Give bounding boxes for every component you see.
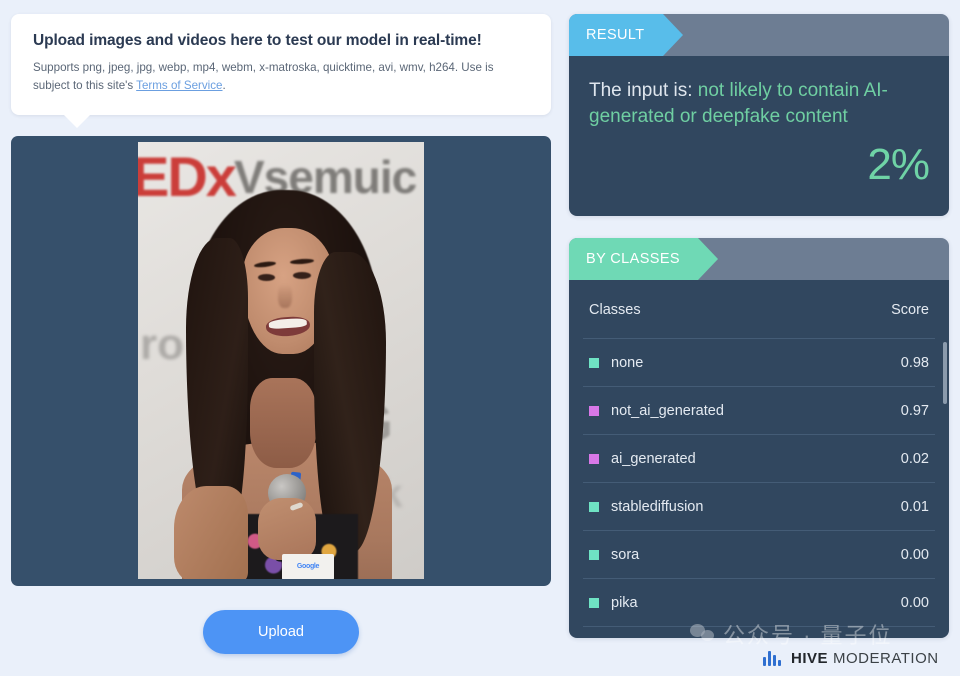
class-label: stablediffusion <box>611 499 704 516</box>
class-color-swatch <box>589 549 599 560</box>
class-label: not_ai_generated <box>611 403 724 420</box>
class-label-cell: not_ai_generated <box>583 386 846 436</box>
photo-badge-text: Google <box>296 563 320 571</box>
upload-info-title: Upload images and videos here to test ou… <box>33 32 482 49</box>
result-panel-header: RESULT <box>569 14 949 56</box>
photo-backdrop-text-tedx: EDx <box>138 144 237 208</box>
upload-info-card: Upload images and videos here to test ou… <box>11 14 551 128</box>
classes-scrollbar-thumb[interactable] <box>943 342 947 405</box>
hive-logo-name: HIVE <box>791 650 829 667</box>
by-classes-panel-header: BY CLASSES <box>569 238 949 281</box>
tab-result[interactable]: RESULT <box>569 14 682 56</box>
table-row: none 0.98 <box>583 338 935 388</box>
class-score-cell: 0.00 <box>845 578 935 628</box>
photo-name-badge: Google <box>282 553 334 579</box>
class-label: pika <box>611 595 638 612</box>
tab-by-classes-label: BY CLASSES <box>586 251 681 268</box>
hive-bars-icon <box>763 651 783 666</box>
photo-backdrop-text-3: ro <box>140 319 184 369</box>
table-row: stablediffusion 0.01 <box>583 482 935 532</box>
class-color-swatch <box>589 501 599 512</box>
supported-formats-text: Supports png, jpeg, jpg, webp, mp4, webm… <box>33 61 494 92</box>
result-sentence-prefix: The input is: <box>589 80 693 101</box>
upload-section: Upload images and videos here to test ou… <box>11 14 551 654</box>
image-preview-panel[interactable]: EDx Vsemuic ro x G uk <box>11 135 551 586</box>
class-score-cell: 0.02 <box>845 434 935 484</box>
photo-nose <box>278 283 292 308</box>
column-header-score: Score <box>845 280 935 340</box>
class-color-swatch <box>589 597 599 608</box>
table-row: not_ai_generated 0.97 <box>583 386 935 436</box>
upload-button-row: Upload <box>11 609 551 654</box>
classes-table: Classes Score none 0.98 not_ai_generated 0.… <box>583 280 935 628</box>
photo-hand <box>258 497 316 560</box>
terms-of-service-link[interactable]: Terms of Service <box>136 79 222 92</box>
class-label-cell: stablediffusion <box>583 482 846 532</box>
upload-info-subtitle: Supports png, jpeg, jpg, webp, mp4, webm… <box>33 59 529 95</box>
tab-by-classes[interactable]: BY CLASSES <box>569 238 719 281</box>
class-color-swatch <box>589 453 599 464</box>
results-section: RESULT The input is: not likely to conta… <box>569 14 949 639</box>
uploaded-image-preview: EDx Vsemuic ro x G uk <box>138 141 424 579</box>
photo-eye-left <box>258 273 275 281</box>
table-row: sora 0.00 <box>583 530 935 580</box>
class-label: none <box>611 355 644 372</box>
table-header-row: Classes Score <box>583 280 935 340</box>
tab-result-label: RESULT <box>586 27 645 43</box>
class-label-cell: ai_generated <box>583 434 846 484</box>
class-score-cell: 0.97 <box>845 386 935 436</box>
photo-arm <box>174 485 248 579</box>
class-score-cell: 0.00 <box>845 530 935 580</box>
result-panel: RESULT The input is: not likely to conta… <box>569 14 949 217</box>
class-label: ai_generated <box>611 451 696 468</box>
class-score-cell: 0.01 <box>845 482 935 532</box>
class-score-cell: 0.98 <box>845 338 935 388</box>
class-label-cell: sora <box>583 530 846 580</box>
table-row: pika 0.00 <box>583 578 935 628</box>
table-row: ai_generated 0.02 <box>583 434 935 484</box>
hive-moderation-logo: HIVE MODERATION <box>763 650 939 667</box>
column-header-classes: Classes <box>583 280 846 340</box>
class-label-cell: none <box>583 338 846 388</box>
upload-button[interactable]: Upload <box>203 609 359 654</box>
classes-table-body: none 0.98 not_ai_generated 0.97 ai_generated… <box>583 338 935 628</box>
result-score-percentage: 2% <box>867 140 930 190</box>
class-color-swatch <box>589 405 599 416</box>
result-panel-body: The input is: not likely to contain AI-g… <box>569 56 949 217</box>
class-label: sora <box>611 547 640 564</box>
hive-logo-subname: MODERATION <box>833 650 939 667</box>
photo-neck <box>250 377 316 468</box>
class-color-swatch <box>589 357 599 368</box>
result-sentence: The input is: not likely to contain AI-g… <box>589 78 929 130</box>
photo-eye-right <box>293 271 311 279</box>
subtitle-period: . <box>222 78 226 92</box>
photo-teeth <box>268 317 308 330</box>
by-classes-panel-body[interactable]: Classes Score none 0.98 not_ai_generated 0.… <box>569 280 949 639</box>
by-classes-panel: BY CLASSES Classes Score none 0.98 not_ai_… <box>569 238 949 639</box>
class-label-cell: pika <box>583 578 846 628</box>
